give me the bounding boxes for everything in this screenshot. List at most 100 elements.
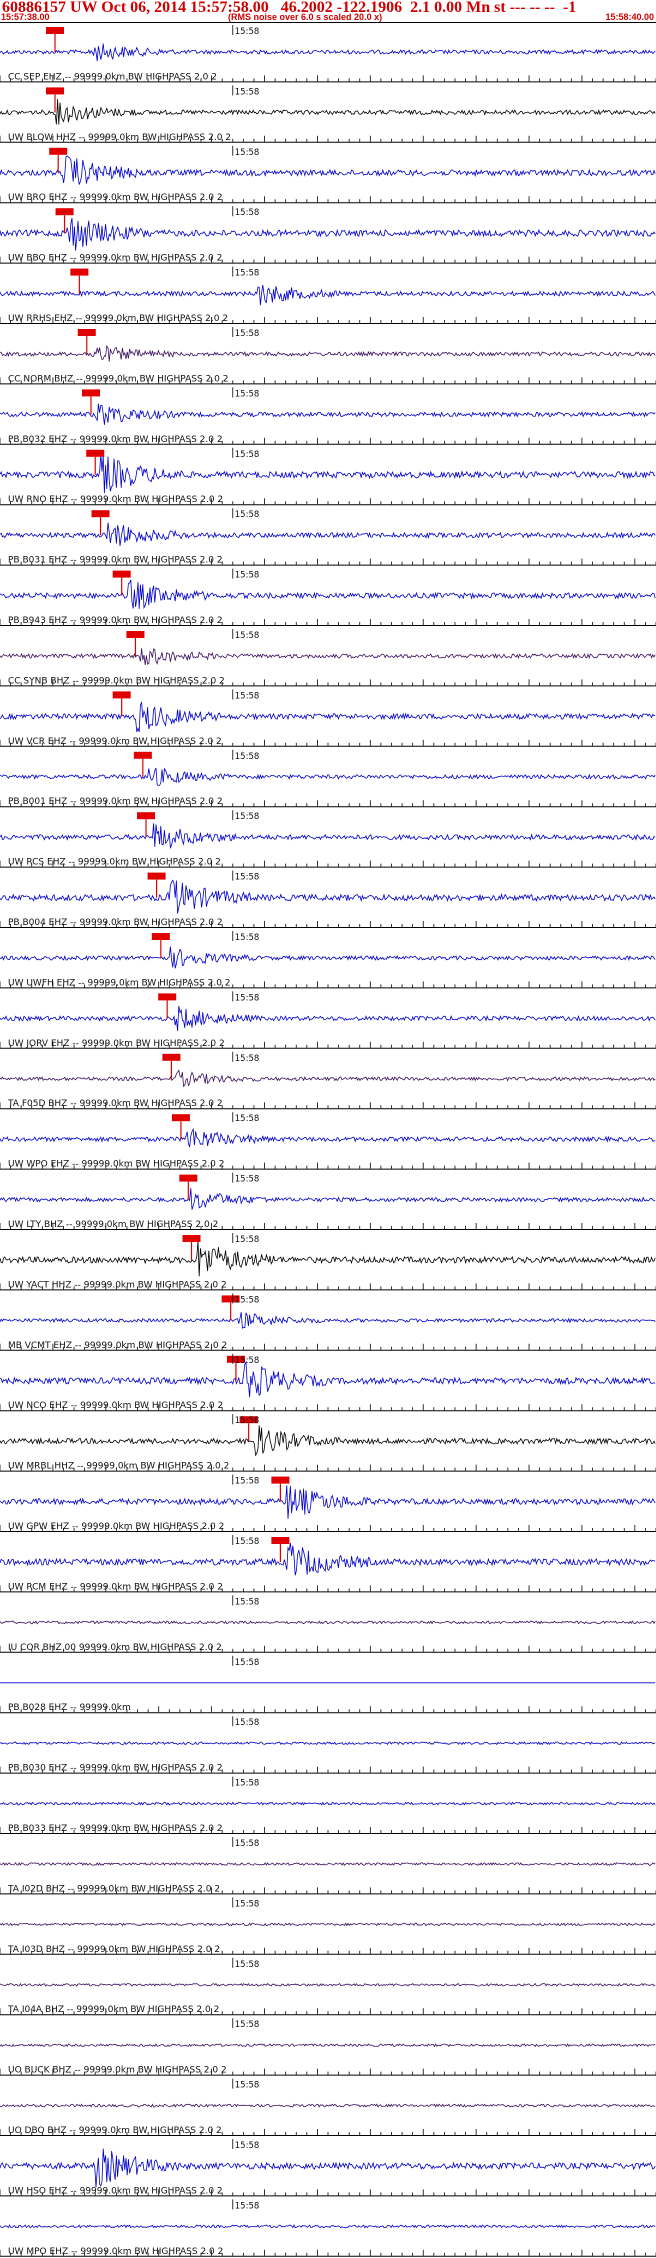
seismogram-plot: 15:58 CC SEP EHZ -- 99999.0km BW HIGHPASS… (0, 25, 656, 2257)
pick-marker (271, 1476, 290, 1484)
pick-marker (70, 268, 89, 276)
waveform-trace (0, 1069, 656, 1088)
waveform-trace (0, 1801, 656, 1806)
time-mark-label: 15:58 (235, 1054, 260, 1064)
pick-marker (179, 1174, 198, 1182)
waveform-trace (0, 823, 656, 850)
pick-marker (133, 751, 152, 759)
waveform-trace (0, 1542, 656, 1576)
station-label: PB B004 EHZ -- 99999.0km BW HIGHPASS 2.0… (8, 918, 223, 928)
pick-marker (46, 27, 65, 34)
station-label: UW MRBL HHZ -- 99999.0km BW HIGHPASS 2.0… (8, 1462, 229, 1472)
pick-marker (81, 389, 100, 397)
waveform-trace (0, 2224, 656, 2229)
waveform-trace (0, 879, 656, 914)
time-mark-label: 15:58 (235, 389, 260, 399)
station-label: UW HSO EHZ -- 99999.0km BW HIGHPASS 2.0 … (8, 2186, 223, 2196)
station-label: CC NORM BHZ -- 99999.0km BW HIGHPASS 2.0… (8, 374, 228, 384)
station-label: TA I04A BHZ -- 99999.0km BW HIGHPASS 2.0… (7, 2005, 219, 2015)
station-label: UW RCM EHZ -- 99999.0km BW HIGHPASS 2.0 … (8, 1582, 223, 1592)
station-label: UW YACT HHZ -- 99999.0km BW HIGHPASS 2.0… (8, 1280, 227, 1290)
time-mark-label: 15:58 (235, 2020, 260, 2030)
station-label: UW LTY BHZ -- 99999.0km BW HIGHPASS 2.0 … (8, 1220, 218, 1230)
time-mark-label: 15:58 (235, 1356, 260, 1366)
waveform-trace (0, 1188, 656, 1210)
waveform-trace (0, 43, 656, 62)
time-mark-label: 15:58 (235, 2201, 260, 2211)
waveform-trace (0, 1240, 656, 1277)
time-mark-label: 15:58 (235, 1416, 260, 1426)
time-mark-label: 15:58 (235, 148, 260, 158)
waveform-trace (0, 1862, 656, 1866)
waveform-trace (0, 99, 656, 125)
station-label: UW UWFH EHZ -- 99999.0km BW HIGHPASS 2.0… (8, 978, 231, 988)
waveform-trace (0, 1620, 656, 1625)
station-label: PB B943 EHZ -- 99999.0km BW HIGHPASS 2.0… (8, 616, 223, 626)
waveform-trace (0, 648, 656, 666)
pick-marker (158, 993, 177, 1001)
time-mark-label: 15:58 (235, 510, 260, 520)
time-mark-label: 15:58 (235, 1537, 260, 1547)
time-mark-label: 15:58 (235, 1960, 260, 1970)
waveform-trace (0, 1005, 656, 1031)
station-label: TA F05D BHZ -- 99999.0km BW HIGHPASS 2.0… (7, 1099, 223, 1109)
pick-marker (147, 872, 166, 880)
waveform-trace (0, 155, 656, 185)
waveform-trace (0, 2148, 656, 2188)
time-mark-label: 15:58 (235, 1175, 260, 1185)
station-label: UW RCS EHZ -- 99999.0km BW HIGHPASS 2.0 … (8, 858, 221, 868)
pick-marker (112, 691, 131, 699)
waveform-trace (0, 1312, 656, 1329)
pick-marker (49, 147, 68, 155)
time-mark-label: 15:58 (235, 1718, 260, 1728)
time-mark-label: 15:58 (235, 1779, 260, 1789)
waveform-trace (0, 522, 656, 546)
pick-marker (112, 570, 131, 578)
pick-marker (77, 329, 96, 336)
pick-marker (271, 1537, 290, 1544)
station-label: UO BUCK BHZ -- 99999.0km BW HIGHPASS 2.0… (8, 2066, 227, 2076)
waveform-trace (0, 1425, 656, 1457)
time-mark-label: 15:58 (235, 269, 260, 279)
time-mark-label: 15:58 (235, 993, 260, 1003)
time-mark-label: 15:58 (235, 1597, 260, 1607)
station-label: UW MPO EHZ -- 99999.0km BW HIGHPASS 2.0 … (8, 2247, 223, 2257)
waveform-trace (0, 2043, 656, 2048)
time-mark-label: 15:58 (235, 2141, 260, 2151)
time-mark-label: 15:58 (235, 691, 260, 701)
time-mark-label: 15:58 (235, 87, 260, 97)
waveform-trace (0, 579, 656, 610)
time-mark-label: 15:58 (235, 1235, 260, 1245)
time-mark-label: 15:58 (235, 873, 260, 883)
time-mark-label: 15:58 (235, 2081, 260, 2091)
time-mark-label: 15:58 (235, 1658, 260, 1668)
waveform-trace (0, 453, 656, 494)
station-label: UW RRHS EHZ -- 99999.0km BW HIGHPASS 2.0… (8, 314, 228, 324)
pick-marker (171, 1114, 190, 1122)
waveform-trace (0, 1127, 656, 1148)
waveform-trace (0, 403, 656, 425)
time-mark-label: 15:58 (235, 1477, 260, 1487)
pick-marker (55, 208, 74, 216)
station-label: CC SYNB BHZ -- 99999.0km BW HIGHPASS 2.0… (8, 676, 225, 686)
time-mark-label: 15:58 (235, 27, 260, 37)
pick-marker (151, 933, 170, 940)
station-label: PB B001 EHZ -- 99999.0km BW HIGHPASS 2.0… (8, 797, 223, 807)
time-mark-label: 15:58 (235, 1899, 260, 1909)
time-mark-label: 15:58 (235, 933, 260, 943)
station-label: UW JORV EHZ -- 99999.0km BW HIGHPASS 2.0… (8, 1039, 225, 1049)
waveform-trace (0, 1922, 656, 1927)
time-mark-label: 15:58 (235, 812, 260, 822)
station-label: UW BBO EHZ -- 99999.0km BW HIGHPASS 2.0 … (8, 254, 222, 264)
time-mark-label: 15:58 (235, 752, 260, 762)
waveform-trace (0, 767, 656, 786)
waveform-trace (0, 1485, 656, 1519)
station-label: PB B033 EHZ -- 99999.0km BW HIGHPASS 2.0… (8, 1824, 223, 1834)
waveform-trace (0, 2103, 656, 2108)
station-label: UW RNO EHZ -- 99999.0km BW HIGHPASS 2.0 … (8, 495, 223, 505)
time-mark-label: 15:58 (235, 1839, 260, 1849)
pick-marker (46, 87, 65, 95)
time-mark-label: 15:58 (235, 1295, 260, 1305)
pick-marker (182, 1235, 201, 1242)
time-mark-label: 15:58 (235, 1114, 260, 1124)
